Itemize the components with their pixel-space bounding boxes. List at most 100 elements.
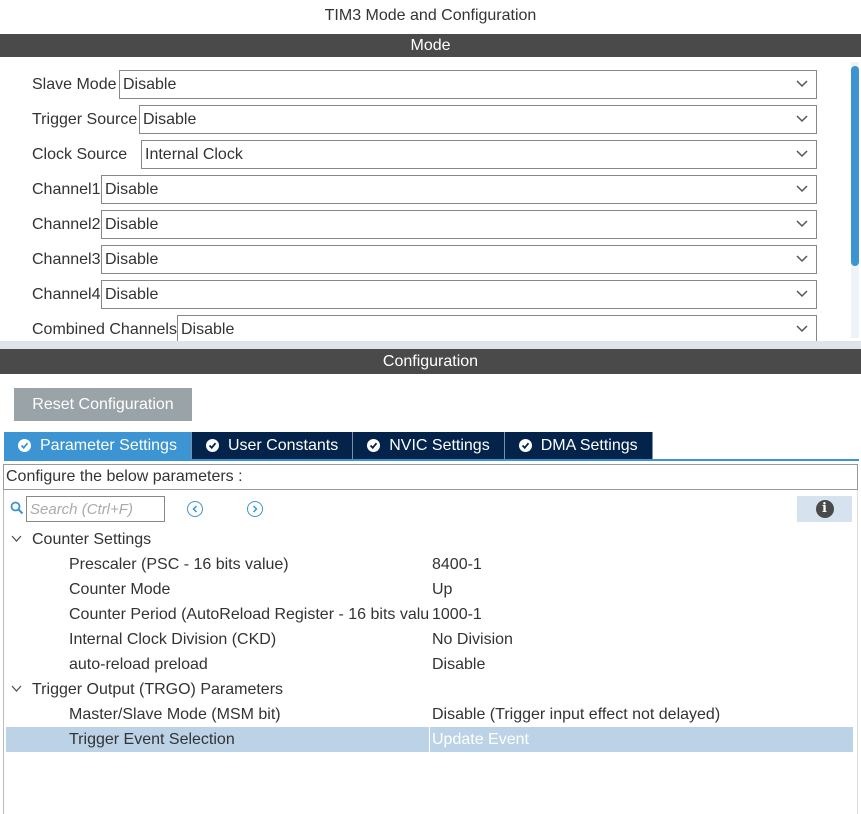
param-value[interactable]: 1000-1 xyxy=(432,602,482,627)
mode-panel: Slave Mode Disable Trigger Source Disabl… xyxy=(0,57,861,341)
table-row[interactable]: Counter Mode Up xyxy=(6,577,853,602)
group-label: Trigger Output (TRGO) Parameters xyxy=(32,681,284,698)
reset-configuration-button[interactable]: Reset Configuration xyxy=(14,388,192,421)
chevron-down-icon xyxy=(796,185,808,193)
channel2-row: Channel2 xyxy=(32,210,101,239)
clock-source-row: Clock Source xyxy=(32,140,127,169)
search-previous-button[interactable] xyxy=(187,501,203,517)
param-name: auto-reload preload xyxy=(69,656,208,673)
chevron-down-icon xyxy=(796,220,808,228)
mode-scrollbar-thumb[interactable] xyxy=(851,66,859,266)
channel3-value: Disable xyxy=(105,251,159,268)
trigger-source-value: Disable xyxy=(143,111,197,128)
channel4-label: Channel4 xyxy=(32,285,101,303)
chevron-down-icon xyxy=(796,255,808,263)
slave-mode-label: Slave Mode xyxy=(32,75,117,93)
channel4-row: Channel4 xyxy=(32,280,101,309)
param-value[interactable]: Disable (Trigger input effect not delaye… xyxy=(432,702,720,727)
slave-mode-value: Disable xyxy=(123,76,177,93)
channel1-value: Disable xyxy=(105,181,159,198)
search-input[interactable] xyxy=(26,496,165,522)
chevron-left-icon xyxy=(192,505,198,513)
parameter-tree: Counter Settings Prescaler (PSC - 16 bit… xyxy=(6,527,853,752)
check-circle-icon xyxy=(205,439,219,452)
chevron-down-icon xyxy=(796,150,808,158)
table-row[interactable]: Prescaler (PSC - 16 bits value) 8400-1 xyxy=(6,552,853,577)
tab-user-constants[interactable]: User Constants xyxy=(191,432,354,459)
divider xyxy=(429,727,430,752)
combined-channels-value: Disable xyxy=(181,321,235,338)
tree-group-counter-settings[interactable]: Counter Settings xyxy=(6,527,853,552)
mode-scrollbar[interactable] xyxy=(851,62,859,338)
channel2-label: Channel2 xyxy=(32,215,101,233)
param-value[interactable]: Update Event xyxy=(432,727,529,752)
clock-source-select[interactable]: Internal Clock xyxy=(141,140,817,169)
slave-mode-select[interactable]: Disable xyxy=(119,70,817,99)
tab-underline xyxy=(4,459,859,461)
window-title: TIM3 Mode and Configuration xyxy=(324,7,537,24)
divider xyxy=(3,490,4,814)
param-name: Master/Slave Mode (MSM bit) xyxy=(69,706,281,723)
config-tabs: Parameter Settings User Constants NVIC S… xyxy=(4,432,653,459)
table-row[interactable]: auto-reload preload Disable xyxy=(6,652,853,677)
table-row[interactable]: Counter Period (AutoReload Register - 16… xyxy=(6,602,853,627)
param-value[interactable]: 8400-1 xyxy=(432,552,482,577)
clock-source-label: Clock Source xyxy=(32,145,128,163)
table-row[interactable]: Master/Slave Mode (MSM bit) Disable (Tri… xyxy=(6,702,853,727)
tab-label: DMA Settings xyxy=(540,436,638,454)
chevron-down-icon[interactable] xyxy=(11,685,22,693)
combined-channels-label: Combined Channels xyxy=(32,320,177,338)
param-value[interactable]: Disable xyxy=(432,652,485,677)
param-name: Prescaler (PSC - 16 bits value) xyxy=(69,556,289,573)
channel3-select[interactable]: Disable xyxy=(101,245,817,274)
check-circle-icon xyxy=(18,439,31,452)
search-next-button[interactable] xyxy=(247,501,263,517)
slave-mode-row: Slave Mode xyxy=(32,70,117,99)
param-value[interactable]: Up xyxy=(432,577,452,602)
check-circle-icon xyxy=(367,439,381,452)
tree-group-trigger-output[interactable]: Trigger Output (TRGO) Parameters xyxy=(6,677,853,702)
chevron-right-icon xyxy=(252,505,258,513)
tab-parameter-settings[interactable]: Parameter Settings xyxy=(4,432,192,459)
channel1-row: Channel1 xyxy=(32,175,101,204)
channel4-select[interactable]: Disable xyxy=(101,280,817,309)
chevron-down-icon xyxy=(796,290,808,298)
check-circle-icon xyxy=(518,439,532,452)
trigger-source-row: Trigger Source xyxy=(32,105,137,134)
chevron-down-icon xyxy=(796,325,808,333)
param-name: Counter Period (AutoReload Register - 16… xyxy=(69,606,429,623)
tab-label: NVIC Settings xyxy=(389,436,490,454)
chevron-down-icon xyxy=(796,115,808,123)
trigger-source-select[interactable]: Disable xyxy=(139,105,817,134)
chevron-down-icon xyxy=(796,80,808,88)
tab-dma-settings[interactable]: DMA Settings xyxy=(504,432,653,459)
channel4-value: Disable xyxy=(105,286,159,303)
combined-channels-row: Combined Channels xyxy=(32,315,177,341)
param-value[interactable]: No Division xyxy=(432,627,513,652)
channel1-select[interactable]: Disable xyxy=(101,175,817,204)
clock-source-value: Internal Clock xyxy=(145,146,243,163)
panel-splitter[interactable] xyxy=(0,341,861,349)
configuration-section-header[interactable]: Configuration xyxy=(0,349,861,374)
channel3-label: Channel3 xyxy=(32,250,101,268)
tab-nvic-settings[interactable]: NVIC Settings xyxy=(353,432,505,459)
table-row-selected[interactable]: Trigger Event Selection Update Event xyxy=(6,727,853,752)
table-row[interactable]: Internal Clock Division (CKD) No Divisio… xyxy=(6,627,853,652)
tab-label: Parameter Settings xyxy=(40,436,177,454)
param-name: Internal Clock Division (CKD) xyxy=(69,631,277,648)
chevron-down-icon[interactable] xyxy=(11,535,22,543)
mode-section-header[interactable]: Mode xyxy=(0,34,861,57)
group-label: Counter Settings xyxy=(32,531,152,548)
info-icon: i xyxy=(815,500,834,518)
channel2-select[interactable]: Disable xyxy=(101,210,817,239)
trigger-source-label: Trigger Source xyxy=(32,110,138,128)
search-icon xyxy=(10,501,24,515)
param-name: Counter Mode xyxy=(69,581,171,598)
param-name: Trigger Event Selection xyxy=(69,731,235,748)
info-button[interactable]: i xyxy=(797,496,852,522)
channel2-value: Disable xyxy=(105,216,159,233)
combined-channels-select[interactable]: Disable xyxy=(177,315,817,341)
tab-label: User Constants xyxy=(227,436,339,454)
channel3-row: Channel3 xyxy=(32,245,101,274)
parameters-description: Configure the below parameters : xyxy=(3,464,858,490)
